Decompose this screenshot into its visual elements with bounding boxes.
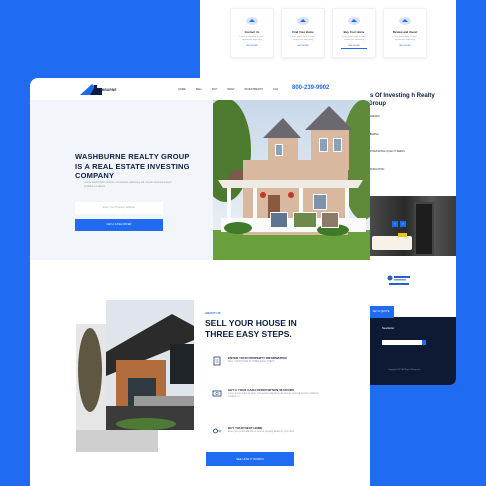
cash-offer-button[interactable]: GET A CASH OFFER [75,219,163,231]
feature-title: ENTER YOUR PROPERTY INFORMATION [228,356,287,360]
feature-title: GET A YOUR CASH OFFER WITHIN 48 HOURS [228,388,295,392]
step-card: Contact Us Lorem ipsum dolor sit amet, c… [230,8,274,58]
step-desc: Lorem ipsum dolor sit amet, consectetur … [341,36,367,41]
nav-links: HOME SELL BUY RENT INVESTMENTS FAQ [178,88,278,91]
why-invest-title: ts Of Investing h Realty Group [368,93,435,107]
sold-sign [372,233,412,250]
house-icon [348,17,360,25]
nav-link-faq[interactable]: FAQ [273,88,278,91]
step-title: Buy Your Home [343,30,365,34]
cash-icon [212,390,222,397]
logo-text[interactable]: WASHBURNE [94,88,117,92]
step-card: Find Your Home Lorem ipsum dolor sit ame… [281,8,325,58]
key-icon [213,428,221,434]
next-arrow-icon[interactable]: › [400,221,406,227]
nav-link-sell[interactable]: SELL [196,88,202,91]
why-list-item: PROFESSIONAL QUALITY DEEDS [368,151,405,153]
why-list: PERIENCE MBERING PROFESSIONAL QUALITY DE… [368,115,405,185]
newsletter-input[interactable] [382,340,422,345]
navbar: WASHBURNE HOME SELL BUY RENT INVESTMENTS… [30,78,370,100]
phone-number[interactable]: 800-239-9902 [292,85,329,91]
feature-desc: Lorem ipsum dolor sit amet, consectetur … [228,393,319,399]
step-desc: Lorem ipsum dolor sit amet, consectetur … [392,36,418,41]
modern-house-photo [76,300,194,452]
document-icon [213,356,221,366]
house-icon [297,17,309,25]
footer: Newsletter Copyright 2021 All Rights Res… [370,317,456,385]
newsletter-label: Newsletter [382,327,395,330]
steps-row: Contact Us Lorem ipsum dolor sit amet, c… [230,8,427,58]
feature-desc: Enter your email address to receive prop… [228,431,295,433]
get-quote-button[interactable]: GET A QUOTE [368,306,394,318]
step-more-button[interactable]: SEE MORE [282,45,324,47]
why-list-item: MBERING [368,133,379,136]
feature-title: BUY YOUR NEXT HOME [228,426,263,430]
active-underline [341,48,367,49]
step-more-button[interactable]: SEE MORE [231,45,273,47]
nav-link-investments[interactable]: INVESTMENTS [245,88,263,91]
step-card: Buy Your Home Lorem ipsum dolor sit amet… [332,8,376,58]
front-page-preview: WASHBURNE HOME SELL BUY RENT INVESTMENTS… [30,78,370,486]
nav-link-buy[interactable]: BUY [212,88,217,91]
see-how-it-works-button[interactable]: SEE HOW IT WORKS [206,452,294,466]
step-title: Contact Us [244,30,260,34]
why-list-item: MMUNICATION [368,168,385,171]
hero-section: WASHBURNE REALTY GROUP IS A REAL ESTATE … [30,100,370,260]
nav-link-rent[interactable]: RENT [227,88,234,91]
why-list-item: PERIENCE [368,116,380,118]
hero-subtitle: Lorem ipsum dolor sit amet, consectetur … [84,181,172,188]
step-desc: Lorem ipsum dolor sit amet, consectetur … [290,36,316,41]
doorway [414,202,434,256]
badge-logo-icon [386,273,412,287]
nav-link-home[interactable]: HOME [178,88,186,91]
hero-title: WASHBURNE REALTY GROUP IS A REAL ESTATE … [75,152,190,180]
step-title: Review and Invest [392,30,418,34]
step-more-button[interactable]: SEE MORE [384,45,426,47]
prev-arrow-icon[interactable]: ‹ [392,221,398,227]
step-title: Find Your Home [292,30,314,34]
copyright: Copyright 2021 All Rights Reserved [388,369,420,371]
step-more-button[interactable]: SEE MORE [333,45,375,47]
about-title: SELL YOUR HOUSE IN THREE EASY STEPS. [205,318,297,339]
step-desc: Lorem ipsum dolor sit amet, consectetur … [239,36,265,41]
newsletter-submit-button[interactable] [422,340,426,345]
house-icon [246,17,258,25]
house-icon [399,17,411,25]
house-photo [213,100,370,260]
step-card: Review and Invest Lorem ipsum dolor sit … [383,8,427,58]
address-input[interactable]: Enter Your Property Address [75,202,163,214]
feature-desc: SELL YOUR HOME IN THREE EASY STEPS [228,361,275,363]
about-label: ABOUT US [205,311,221,315]
